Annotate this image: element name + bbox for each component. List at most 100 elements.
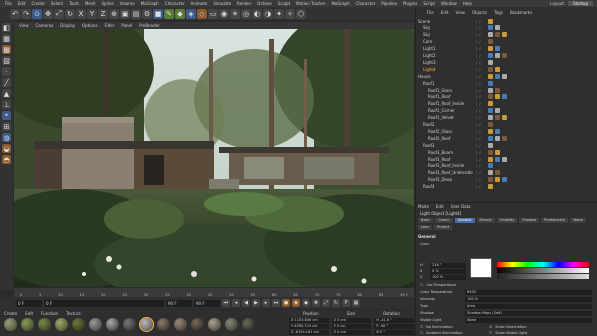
plugin2-icon[interactable]: ✧	[285, 8, 295, 19]
attribute-tab[interactable]: General	[454, 218, 475, 223]
tag-icon[interactable]	[495, 115, 500, 121]
tag-icon[interactable]	[488, 66, 493, 72]
material-swatch[interactable]	[4, 318, 17, 331]
play-back-icon[interactable]: ◀	[242, 299, 250, 307]
menu-item-15[interactable]: Motion Tracker	[296, 1, 325, 6]
tag-icon[interactable]	[502, 177, 507, 183]
object-row[interactable]: Roof2_Glass ⁝ ✓	[418, 128, 593, 134]
tag-icon[interactable]	[488, 39, 493, 45]
material-swatch[interactable]	[55, 318, 68, 331]
goto-end-icon[interactable]: ⏭	[272, 299, 280, 307]
menu-item-10[interactable]: Animate	[191, 1, 208, 6]
tag-icon[interactable]	[488, 73, 493, 79]
rot-p-field[interactable]: P -90 °	[374, 324, 415, 329]
viewport[interactable]	[14, 29, 414, 287]
visibility-icon[interactable]: ⁝ ✓	[476, 74, 488, 79]
object-row[interactable]: Roof2 ⁝ ✓	[418, 122, 593, 128]
visibility-icon[interactable]: ⁝ ✓	[476, 39, 488, 44]
view-menu-item-2[interactable]: Display	[60, 23, 75, 28]
tag-icon[interactable]	[488, 59, 493, 65]
material-swatch[interactable]	[106, 318, 119, 331]
object-row[interactable]: Light4 ⁝ ✓	[418, 66, 593, 72]
object-row[interactable]: Sky ⁝ ✓	[418, 25, 593, 31]
menu-item-5[interactable]: Mesh	[85, 1, 96, 6]
show-illumination-checkbox[interactable]: ☑	[489, 325, 492, 329]
attribute-tab[interactable]: Photometric	[541, 218, 569, 223]
object-row[interactable]: Roof1_Glass ⁝ ✓	[418, 87, 593, 93]
tag-icon[interactable]	[495, 177, 500, 183]
tag-icon[interactable]	[495, 156, 500, 162]
visibility-icon[interactable]: ⁝ ✓	[476, 170, 488, 175]
menu-item-16[interactable]: MoGraph	[331, 1, 349, 6]
grid-key-icon[interactable]: ▦	[352, 299, 360, 307]
material-swatch[interactable]	[191, 318, 204, 331]
visibility-icon[interactable]: ⁝ ✓	[476, 129, 488, 134]
attribute-tab[interactable]: Basic	[418, 218, 434, 223]
object-row[interactable]: Roof1_Corner ⁝ ✓	[418, 108, 593, 114]
menu-item-12[interactable]: Render	[237, 1, 251, 6]
menu-item-14[interactable]: Sculpt	[278, 1, 291, 6]
tag-icon[interactable]	[502, 115, 507, 121]
intensity-field[interactable]: 100 %	[465, 296, 592, 302]
tag-icon[interactable]	[502, 73, 507, 79]
tag-icon[interactable]	[502, 94, 507, 100]
visibility-icon[interactable]: ⁝ ✓	[476, 177, 488, 182]
tag-icon[interactable]	[488, 25, 493, 31]
object-row[interactable]: Roof3_Deep ⁝ ✓	[418, 177, 593, 183]
menu-item-0[interactable]: File	[5, 1, 12, 6]
tag-icon[interactable]	[495, 32, 500, 38]
material-swatch[interactable]	[225, 318, 238, 331]
menu-item-6[interactable]: Spline	[101, 1, 113, 6]
next-key-icon[interactable]: ▸	[262, 299, 270, 307]
material-swatch[interactable]	[89, 318, 102, 331]
snap-icon[interactable]: ⌖	[2, 111, 11, 120]
menu-item-2[interactable]: Create	[31, 1, 44, 6]
layout-selector[interactable]: Layout: Startup	[550, 1, 593, 6]
texture-mode-icon[interactable]: ▩	[2, 45, 11, 54]
object-row[interactable]: Light2 ⁝ ✓	[418, 53, 593, 59]
object-row[interactable]: Sky ⁝ ✓	[418, 32, 593, 38]
plugin3-icon[interactable]: ⬡	[296, 8, 306, 19]
tag-icon[interactable]	[488, 149, 493, 155]
visibility-icon[interactable]: ⁝ ✓	[476, 53, 488, 58]
attribute-tab[interactable]: Details	[476, 218, 495, 223]
material-swatch[interactable]	[139, 317, 154, 332]
menu-item-7[interactable]: Volume	[120, 1, 135, 6]
undo-icon[interactable]: ↶	[10, 8, 20, 19]
shadow-dropdown[interactable]: Shadow Maps (Soft)	[465, 310, 592, 316]
attribute-tab[interactable]: Lens	[418, 225, 433, 230]
object-menu-item-4[interactable]: Tags	[494, 10, 503, 15]
object-row[interactable]: Roof3_Roof_Underside ⁝ ✓	[418, 170, 593, 176]
scale-icon[interactable]: ⤢	[54, 8, 64, 19]
tag-icon[interactable]	[495, 128, 500, 134]
pos-y-field[interactable]: Y 6390.724 cm	[289, 324, 329, 329]
tag-icon[interactable]	[488, 128, 493, 134]
tag-icon[interactable]	[495, 87, 500, 93]
material-swatch[interactable]	[72, 318, 85, 331]
tag-icon[interactable]	[488, 135, 493, 141]
hue-slider[interactable]	[497, 262, 589, 267]
size-y-field[interactable]: Y 0 cm	[331, 324, 372, 329]
use-temperature-checkbox[interactable]: ☐	[420, 283, 423, 287]
visibility-icon[interactable]: ⁝ ✓	[476, 150, 488, 155]
start-frame-field[interactable]: 0 F	[16, 299, 42, 307]
visibility-icon[interactable]: ⁝ ✓	[476, 25, 488, 30]
tag-icon[interactable]	[488, 87, 493, 93]
view-menu-item-3[interactable]: Options	[82, 23, 97, 28]
plugin-icon[interactable]: ✦	[274, 8, 284, 19]
tag-icon[interactable]	[488, 156, 493, 162]
tag-icon[interactable]	[488, 53, 493, 58]
timeline[interactable]: 0 5 10 15 20 25 30 35 40 45 50 55 60 65 70 75 80 85 90 F	[14, 288, 414, 297]
attribute-tab[interactable]: Project	[434, 225, 453, 230]
edges-mode-icon[interactable]: ╱	[2, 78, 11, 87]
value-slider[interactable]	[497, 274, 589, 279]
move-icon[interactable]: ✥	[43, 8, 53, 19]
tag-icon[interactable]	[488, 94, 493, 100]
show-visible-checkbox[interactable]: ☐	[489, 331, 492, 335]
s-field[interactable]: 0 %	[430, 268, 466, 274]
octane-icon[interactable]: ◎	[241, 8, 251, 19]
enable-axis-icon[interactable]: ⊥	[2, 100, 11, 109]
cloner-icon[interactable]: ◈	[186, 8, 196, 19]
visibility-icon[interactable]: ⁝ ✓	[476, 157, 488, 162]
menu-item-13[interactable]: Octane	[257, 1, 271, 6]
